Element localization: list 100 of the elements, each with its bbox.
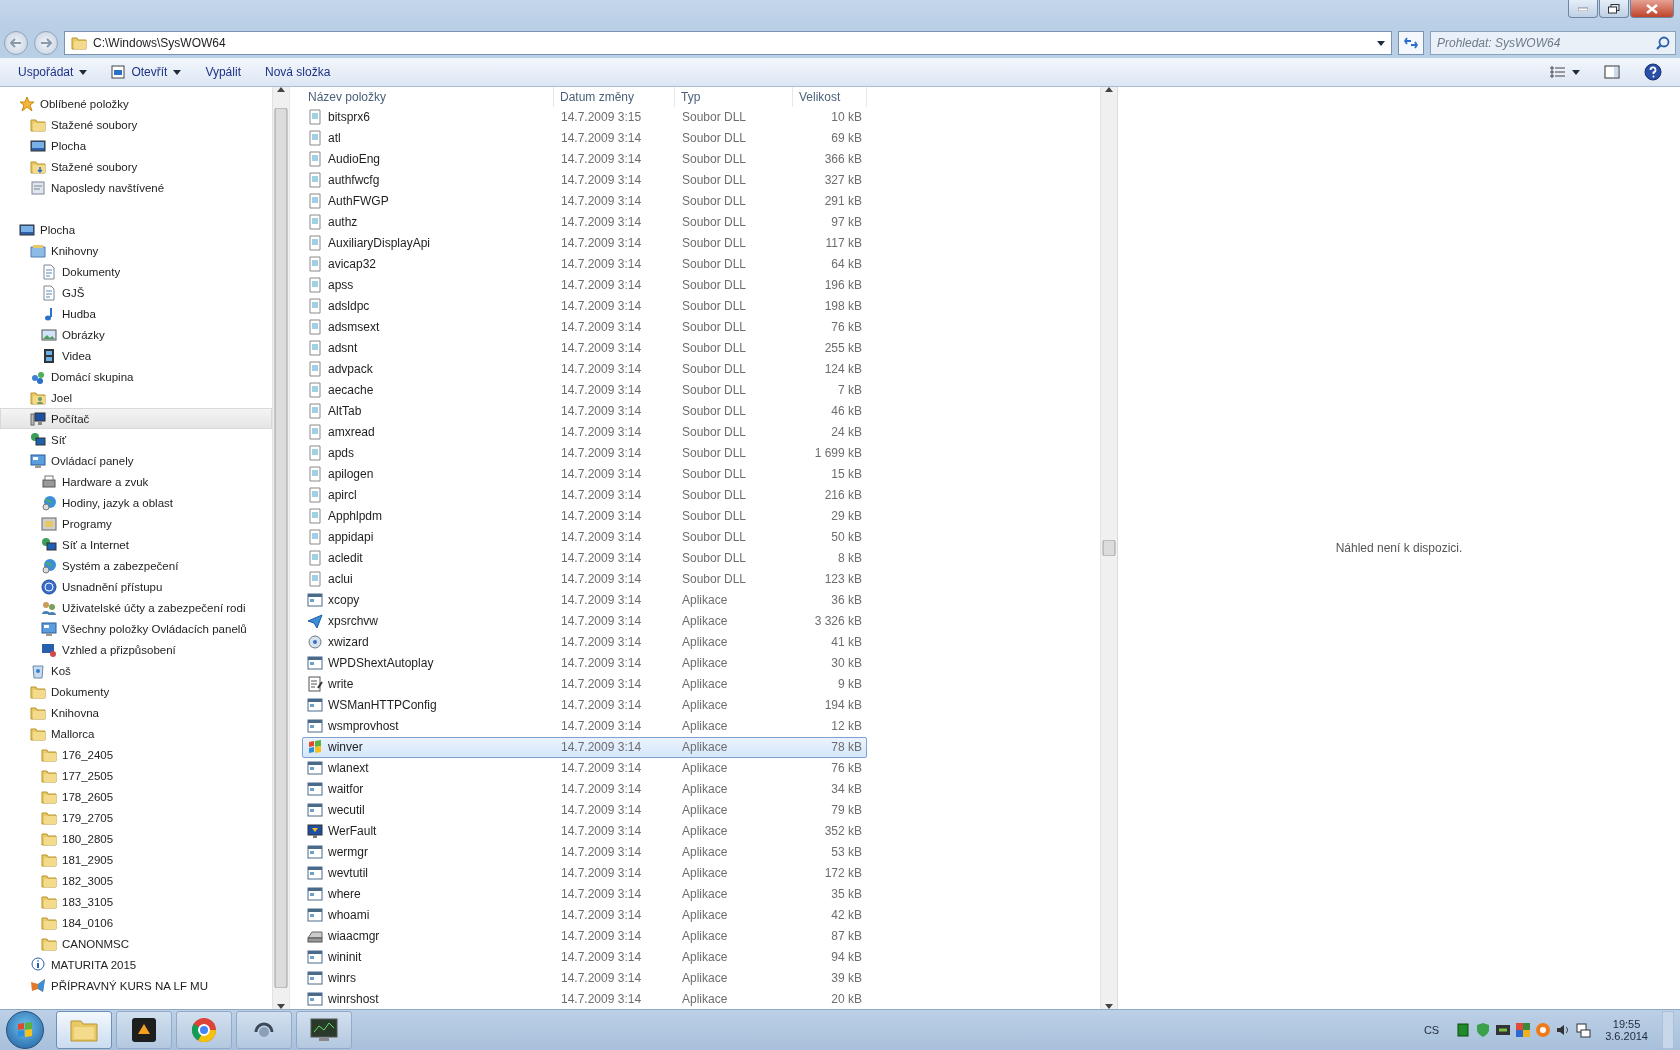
sidebar-item[interactable]: Hardware a zvuk	[0, 471, 272, 492]
close-button[interactable]	[1630, 0, 1674, 18]
sidebar-item[interactable]: Obrázky	[0, 324, 272, 345]
sidebar-item[interactable]: Hodiny, jazyk a oblast	[0, 492, 272, 513]
start-button[interactable]	[6, 1011, 44, 1049]
file-row[interactable]: authfwcfg 14.7.2009 3:14 Soubor DLL 327 kB	[302, 169, 867, 191]
file-row[interactable]: winrshost 14.7.2009 3:14 Aplikace 20 kB	[302, 988, 867, 1009]
language-indicator[interactable]: CS	[1423, 1024, 1440, 1036]
sidebar-item[interactable]: Plocha	[0, 135, 272, 156]
sidebar-item[interactable]: Uživatelské účty a zabezpečení rodi	[0, 597, 272, 618]
file-row[interactable]: bitsprx6 14.7.2009 3:15 Soubor DLL 10 kB	[302, 107, 867, 128]
file-row[interactable]: where 14.7.2009 3:14 Aplikace 35 kB	[302, 883, 867, 905]
column-header[interactable]: Velikost	[793, 87, 867, 107]
toolbar-menu-button[interactable]: Uspořádat	[8, 60, 98, 84]
clock[interactable]: 19:55 3.6.2014	[1605, 1018, 1648, 1042]
sidebar-item[interactable]: CANONMSC	[0, 933, 272, 954]
sidebar-item[interactable]: GJŠ	[0, 282, 272, 303]
sidebar-item[interactable]: Stažené soubory	[0, 156, 272, 177]
sidebar-item[interactable]: 184_0106	[0, 912, 272, 933]
sidebar-item[interactable]: Všechny položky Ovládacích panelů	[0, 618, 272, 639]
file-row[interactable]: AudioEng 14.7.2009 3:14 Soubor DLL 366 kB	[302, 148, 867, 170]
sidebar-item[interactable]: Dokumenty	[0, 681, 272, 702]
file-row[interactable]: WPDShextAutoplay 14.7.2009 3:14 Aplikace 30 kB	[302, 652, 867, 674]
sidebar-item[interactable]: Síť a Internet	[0, 534, 272, 555]
file-row[interactable]: atl 14.7.2009 3:14 Soubor DLL 69 kB	[302, 128, 867, 149]
refresh-button[interactable]	[1398, 31, 1424, 55]
file-row[interactable]: waitfor 14.7.2009 3:14 Aplikace 34 kB	[302, 778, 867, 800]
sidebar-item[interactable]: 182_3005	[0, 870, 272, 891]
file-row[interactable]: adsnt 14.7.2009 3:14 Soubor DLL 255 kB	[302, 337, 867, 359]
file-row[interactable]: Apphlpdm 14.7.2009 3:14 Soubor DLL 29 kB	[302, 505, 867, 527]
sidebar-item[interactable]: Joel	[0, 387, 272, 408]
file-row[interactable]: xpsrchvw 14.7.2009 3:14 Aplikace 3 326 kB	[302, 610, 867, 632]
file-row[interactable]: wininit 14.7.2009 3:14 Aplikace 94 kB	[302, 946, 867, 968]
sidebar-item[interactable]: 176_2405	[0, 744, 272, 765]
taskbar-app-button[interactable]	[236, 1011, 292, 1049]
sidebar-item[interactable]: Usnadnění přístupu	[0, 576, 272, 597]
file-row[interactable]: wevtutil 14.7.2009 3:14 Aplikace 172 kB	[302, 862, 867, 884]
sidebar-item[interactable]: PŘÍPRAVNÝ KURS NA LF MU	[0, 975, 272, 996]
file-row[interactable]: adsldpc 14.7.2009 3:14 Soubor DLL 198 kB	[302, 295, 867, 317]
file-row[interactable]: aclui 14.7.2009 3:14 Soubor DLL 123 kB	[302, 568, 867, 590]
file-row[interactable]: avicap32 14.7.2009 3:14 Soubor DLL 64 kB	[302, 253, 867, 275]
toolbar-button[interactable]: Vypálit	[195, 60, 251, 84]
taskbar-app-button[interactable]	[116, 1011, 172, 1049]
address-field[interactable]: C:\Windows\SysWOW64	[64, 31, 1392, 55]
file-row[interactable]: wermgr 14.7.2009 3:14 Aplikace 53 kB	[302, 841, 867, 863]
file-row[interactable]: appidapi 14.7.2009 3:14 Soubor DLL 50 kB	[302, 526, 867, 548]
sidebar-item[interactable]: MATURITA 2015	[0, 954, 272, 975]
file-row[interactable]: WSManHTTPConfig 14.7.2009 3:14 Aplikace 194 kB	[302, 694, 867, 716]
sidebar-item[interactable]: Koš	[0, 660, 272, 681]
back-button[interactable]	[4, 31, 28, 55]
file-row[interactable]: wecutil 14.7.2009 3:14 Aplikace 79 kB	[302, 799, 867, 821]
sidebar-item[interactable]: Knihovny	[0, 240, 272, 261]
sidebar-item[interactable]: Plocha	[0, 219, 272, 240]
sidebar-item[interactable]: 180_2805	[0, 828, 272, 849]
sidebar-item[interactable]: Síť	[0, 429, 272, 450]
sidebar-item[interactable]: Videa	[0, 345, 272, 366]
sidebar-item[interactable]: Naposledy navštívené	[0, 177, 272, 198]
sidebar-item[interactable]: Mallorca	[0, 723, 272, 744]
sidebar-item[interactable]: 183_3105	[0, 891, 272, 912]
file-row[interactable]: wlanext 14.7.2009 3:14 Aplikace 76 kB	[302, 757, 867, 779]
sidebar-item[interactable]: Počítač	[0, 408, 272, 429]
sidebar-item[interactable]: Domácí skupina	[0, 366, 272, 387]
file-row[interactable]: adsmsext 14.7.2009 3:14 Soubor DLL 76 kB	[302, 316, 867, 338]
file-row[interactable]: authz 14.7.2009 3:14 Soubor DLL 97 kB	[302, 211, 867, 233]
sidebar-item[interactable]: Systém a zabezpečení	[0, 555, 272, 576]
file-row[interactable]: whoami 14.7.2009 3:14 Aplikace 42 kB	[302, 904, 867, 926]
file-row[interactable]: wsmprovhost 14.7.2009 3:14 Aplikace 12 kB	[302, 715, 867, 737]
forward-button[interactable]	[34, 31, 58, 55]
sidebar-item[interactable]: Programy	[0, 513, 272, 534]
column-header[interactable]: Název položky	[302, 87, 554, 107]
column-header[interactable]: Typ	[675, 87, 793, 107]
file-row[interactable]: write 14.7.2009 3:14 Aplikace 9 kB	[302, 673, 867, 695]
file-row[interactable]: amxread 14.7.2009 3:14 Soubor DLL 24 kB	[302, 421, 867, 443]
sidebar-item[interactable]: Oblíbené položky	[0, 93, 272, 114]
toolbar-button[interactable]: Nová složka	[254, 60, 341, 84]
sidebar-item[interactable]: 178_2605	[0, 786, 272, 807]
sidebar-item[interactable]: Knihovna	[0, 702, 272, 723]
column-header[interactable]: Datum změny	[554, 87, 675, 107]
file-row[interactable]: advpack 14.7.2009 3:14 Soubor DLL 124 kB	[302, 358, 867, 380]
sidebar-item[interactable]: Vzhled a přizpůsobení	[0, 639, 272, 660]
sidebar-item[interactable]: 177_2505	[0, 765, 272, 786]
sidebar-item[interactable]: Ovládací panely	[0, 450, 272, 471]
file-row[interactable]: AuthFWGP 14.7.2009 3:14 Soubor DLL 291 kB	[302, 190, 867, 212]
file-row[interactable]: winrs 14.7.2009 3:14 Aplikace 39 kB	[302, 967, 867, 989]
file-row[interactable]: WerFault 14.7.2009 3:14 Aplikace 352 kB	[302, 820, 867, 842]
search-field[interactable]: Prohledat: SysWOW64	[1430, 31, 1676, 55]
file-row[interactable]: winver 14.7.2009 3:14 Aplikace 78 kB	[302, 736, 867, 758]
sidebar-item[interactable]: Stažené soubory	[0, 114, 272, 135]
sidebar-item[interactable]: 181_2905	[0, 849, 272, 870]
file-row[interactable]: acledit 14.7.2009 3:14 Soubor DLL 8 kB	[302, 547, 867, 569]
file-row[interactable]: wiaacmgr 14.7.2009 3:14 Aplikace 87 kB	[302, 925, 867, 947]
toolbar-menu-button[interactable]: Otevřít	[101, 60, 192, 84]
file-row[interactable]: xcopy 14.7.2009 3:14 Aplikace 36 kB	[302, 589, 867, 611]
file-row[interactable]: xwizard 14.7.2009 3:14 Aplikace 41 kB	[302, 631, 867, 653]
file-row[interactable]: aecache 14.7.2009 3:14 Soubor DLL 7 kB	[302, 379, 867, 401]
sidebar-item[interactable]: 179_2705	[0, 807, 272, 828]
file-row[interactable]: apds 14.7.2009 3:14 Soubor DLL 1 699 kB	[302, 442, 867, 464]
sidebar-item[interactable]: Hudba	[0, 303, 272, 324]
file-row[interactable]: apircl 14.7.2009 3:14 Soubor DLL 216 kB	[302, 484, 867, 506]
file-row[interactable]: AuxiliaryDisplayApi 14.7.2009 3:14 Soubor DLL 117 kB	[302, 232, 867, 254]
